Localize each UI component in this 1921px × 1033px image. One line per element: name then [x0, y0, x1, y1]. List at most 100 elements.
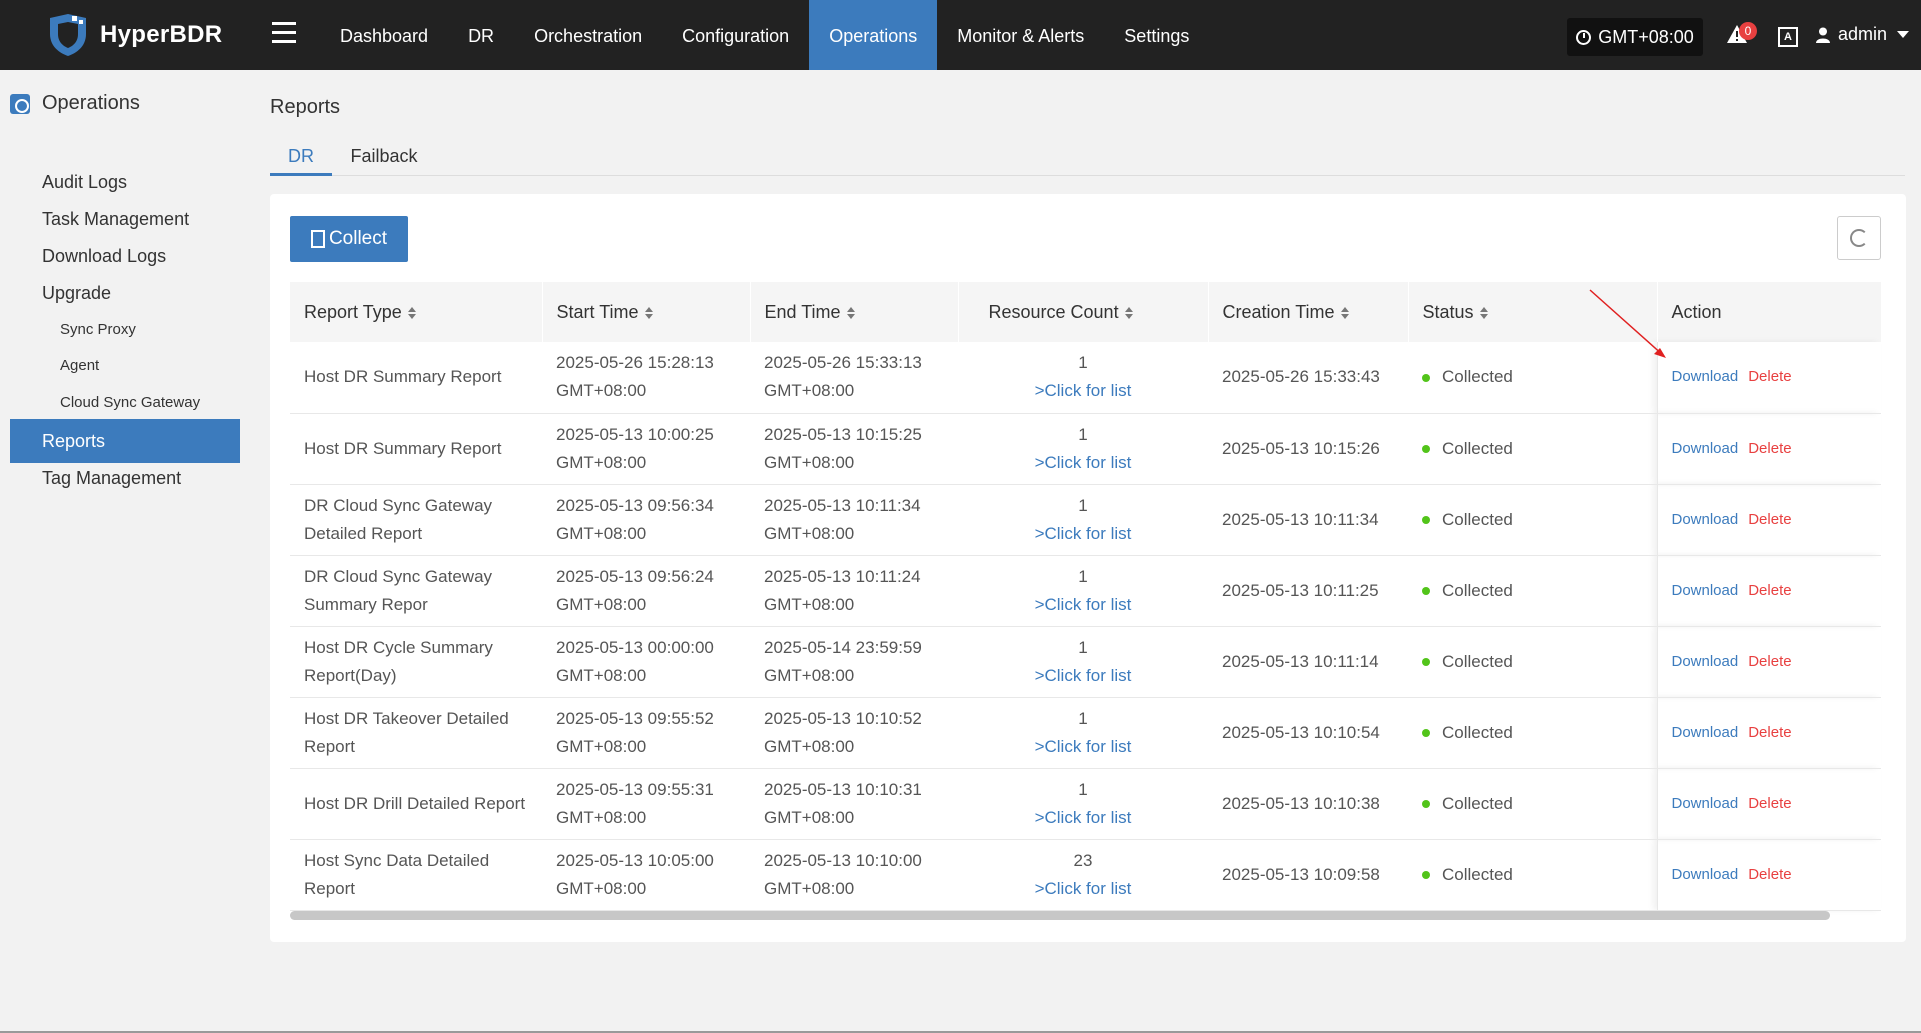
start-time: 2025-05-13 09:56:24: [556, 566, 714, 586]
table-row: Host DR Takeover Detailed Report 2025-05-…: [290, 697, 1881, 768]
resource-count: 1: [1078, 566, 1088, 586]
sidebar-section-header: Operations: [10, 92, 140, 115]
start-time-cell: 2025-05-13 10:05:00 GMT+08:00: [542, 839, 750, 910]
action-cell: Download Delete: [1656, 697, 1881, 768]
page-title: Reports: [270, 96, 341, 118]
resource-count-cell: 1 >Click for list: [958, 342, 1208, 413]
table-row: Host DR Cycle Summary Report(Day) 2025-05…: [290, 626, 1881, 697]
status-cell: Collected: [1408, 697, 1657, 768]
action-cell: Download Delete: [1656, 413, 1881, 484]
sort-icon[interactable]: [1479, 306, 1488, 319]
click-for-list-link[interactable]: >Click for list: [958, 804, 1208, 832]
annotation-arrow-icon: [1589, 289, 1666, 358]
sort-icon[interactable]: [644, 306, 653, 319]
click-for-list-link[interactable]: >Click for list: [958, 662, 1208, 690]
status-dot-icon: [1422, 587, 1430, 596]
delete-link[interactable]: Delete: [1748, 653, 1791, 670]
end-time-tz: GMT+08:00: [764, 878, 855, 898]
download-link[interactable]: Download: [1672, 795, 1739, 812]
sort-icon[interactable]: [407, 306, 416, 319]
action-cell: Download Delete: [1656, 839, 1881, 910]
sort-icon[interactable]: [1340, 306, 1349, 319]
language-icon[interactable]: A: [1778, 27, 1798, 47]
sort-icon[interactable]: [1124, 306, 1133, 319]
report-type-cell: Host DR Summary Report: [290, 342, 542, 413]
delete-link[interactable]: Delete: [1748, 582, 1791, 599]
column-header-end-time[interactable]: End Time: [750, 282, 959, 342]
click-for-list-link[interactable]: >Click for list: [958, 591, 1208, 619]
table-row: DR Cloud Sync Gateway Summary Repor 2025-…: [290, 555, 1881, 626]
action-cell: Download Delete: [1656, 555, 1881, 626]
resource-count-cell: 1 >Click for list: [958, 555, 1208, 626]
start-time-cell: 2025-05-13 09:55:31 GMT+08:00: [542, 768, 750, 839]
download-link[interactable]: Download: [1672, 866, 1739, 883]
start-time-cell: 2025-05-13 09:55:52 GMT+08:00: [542, 697, 750, 768]
column-header-resource-count[interactable]: Resource Count: [958, 282, 1209, 342]
tab-failback[interactable]: Failback: [348, 140, 420, 176]
nav-item-configuration[interactable]: Configuration: [662, 0, 809, 70]
status-dot-icon: [1422, 373, 1430, 382]
click-for-list-link[interactable]: >Click for list: [958, 520, 1208, 548]
report-type-cell: Host DR Cycle Summary Report(Day): [290, 626, 542, 697]
resource-count: 1: [1078, 353, 1088, 373]
sort-icon[interactable]: [846, 306, 855, 319]
download-link[interactable]: Download: [1672, 440, 1739, 457]
delete-link[interactable]: Delete: [1748, 866, 1791, 883]
click-for-list-link[interactable]: >Click for list: [958, 449, 1208, 477]
click-for-list-link[interactable]: >Click for list: [958, 733, 1208, 761]
delete-link[interactable]: Delete: [1748, 440, 1791, 457]
end-time: 2025-05-14 23:59:59: [764, 637, 922, 657]
column-header-report-type[interactable]: Report Type: [290, 282, 543, 342]
download-link[interactable]: Download: [1672, 511, 1739, 528]
horizontal-scrollbar[interactable]: [290, 909, 1881, 921]
report-type: Host DR Summary Report: [304, 438, 502, 458]
status-cell: Collected: [1408, 555, 1657, 626]
start-time-tz: GMT+08:00: [556, 523, 647, 543]
collect-button[interactable]: Collect: [290, 216, 408, 262]
resource-count: 1: [1078, 708, 1088, 728]
column-header-creation-time[interactable]: Creation Time: [1208, 282, 1409, 342]
start-time-cell: 2025-05-13 10:00:25 GMT+08:00: [542, 413, 750, 484]
creation-time: 2025-05-13 10:09:58: [1222, 864, 1380, 884]
status-text: Collected: [1442, 651, 1513, 671]
start-time: 2025-05-13 10:00:25: [556, 424, 714, 444]
nav-item-dr[interactable]: DR: [448, 0, 514, 70]
resource-count: 1: [1078, 637, 1088, 657]
delete-link[interactable]: Delete: [1748, 795, 1791, 812]
download-link[interactable]: Download: [1672, 724, 1739, 741]
creation-time-cell: 2025-05-13 10:09:58: [1208, 839, 1408, 910]
tab-dr[interactable]: DR: [270, 140, 332, 176]
sidebar-item-tag-management[interactable]: Tag Management: [10, 456, 240, 500]
status-dot-icon: [1422, 871, 1430, 880]
app-logo[interactable]: HyperBDR: [46, 12, 222, 58]
end-time-tz: GMT+08:00: [764, 523, 855, 543]
nav-item-dashboard[interactable]: Dashboard: [320, 0, 448, 70]
end-time: 2025-05-13 10:10:52: [764, 708, 922, 728]
user-menu[interactable]: admin: [1816, 24, 1910, 45]
menu-toggle-icon[interactable]: [272, 22, 296, 44]
delete-link[interactable]: Delete: [1748, 511, 1791, 528]
table-row: DR Cloud Sync Gateway Detailed Report 202…: [290, 484, 1881, 555]
click-for-list-link[interactable]: >Click for list: [958, 377, 1208, 405]
column-header-label: Start Time: [556, 301, 639, 322]
status-dot-icon: [1422, 800, 1430, 809]
column-header-start-time[interactable]: Start Time: [542, 282, 751, 342]
nav-item-operations[interactable]: Operations: [809, 0, 938, 70]
refresh-button[interactable]: [1837, 216, 1881, 260]
download-link[interactable]: Download: [1672, 653, 1739, 670]
creation-time: 2025-05-26 15:33:43: [1222, 367, 1380, 387]
download-link[interactable]: Download: [1672, 368, 1739, 385]
nav-item-orchestration[interactable]: Orchestration: [514, 0, 662, 70]
timezone-display[interactable]: GMT+08:00: [1567, 18, 1703, 56]
end-time-cell: 2025-05-26 15:33:13 GMT+08:00: [750, 342, 958, 413]
scrollbar-thumb[interactable]: [290, 911, 1830, 920]
nav-item-monitor-alerts[interactable]: Monitor & Alerts: [937, 0, 1104, 70]
nav-item-settings[interactable]: Settings: [1104, 0, 1209, 70]
end-time-tz: GMT+08:00: [764, 594, 855, 614]
main-nav: Dashboard DR Orchestration Configuration Ope…: [320, 0, 1209, 70]
delete-link[interactable]: Delete: [1748, 724, 1791, 741]
creation-time: 2025-05-13 10:11:25: [1222, 580, 1379, 600]
download-link[interactable]: Download: [1672, 582, 1739, 599]
click-for-list-link[interactable]: >Click for list: [958, 875, 1208, 903]
delete-link[interactable]: Delete: [1748, 368, 1791, 385]
